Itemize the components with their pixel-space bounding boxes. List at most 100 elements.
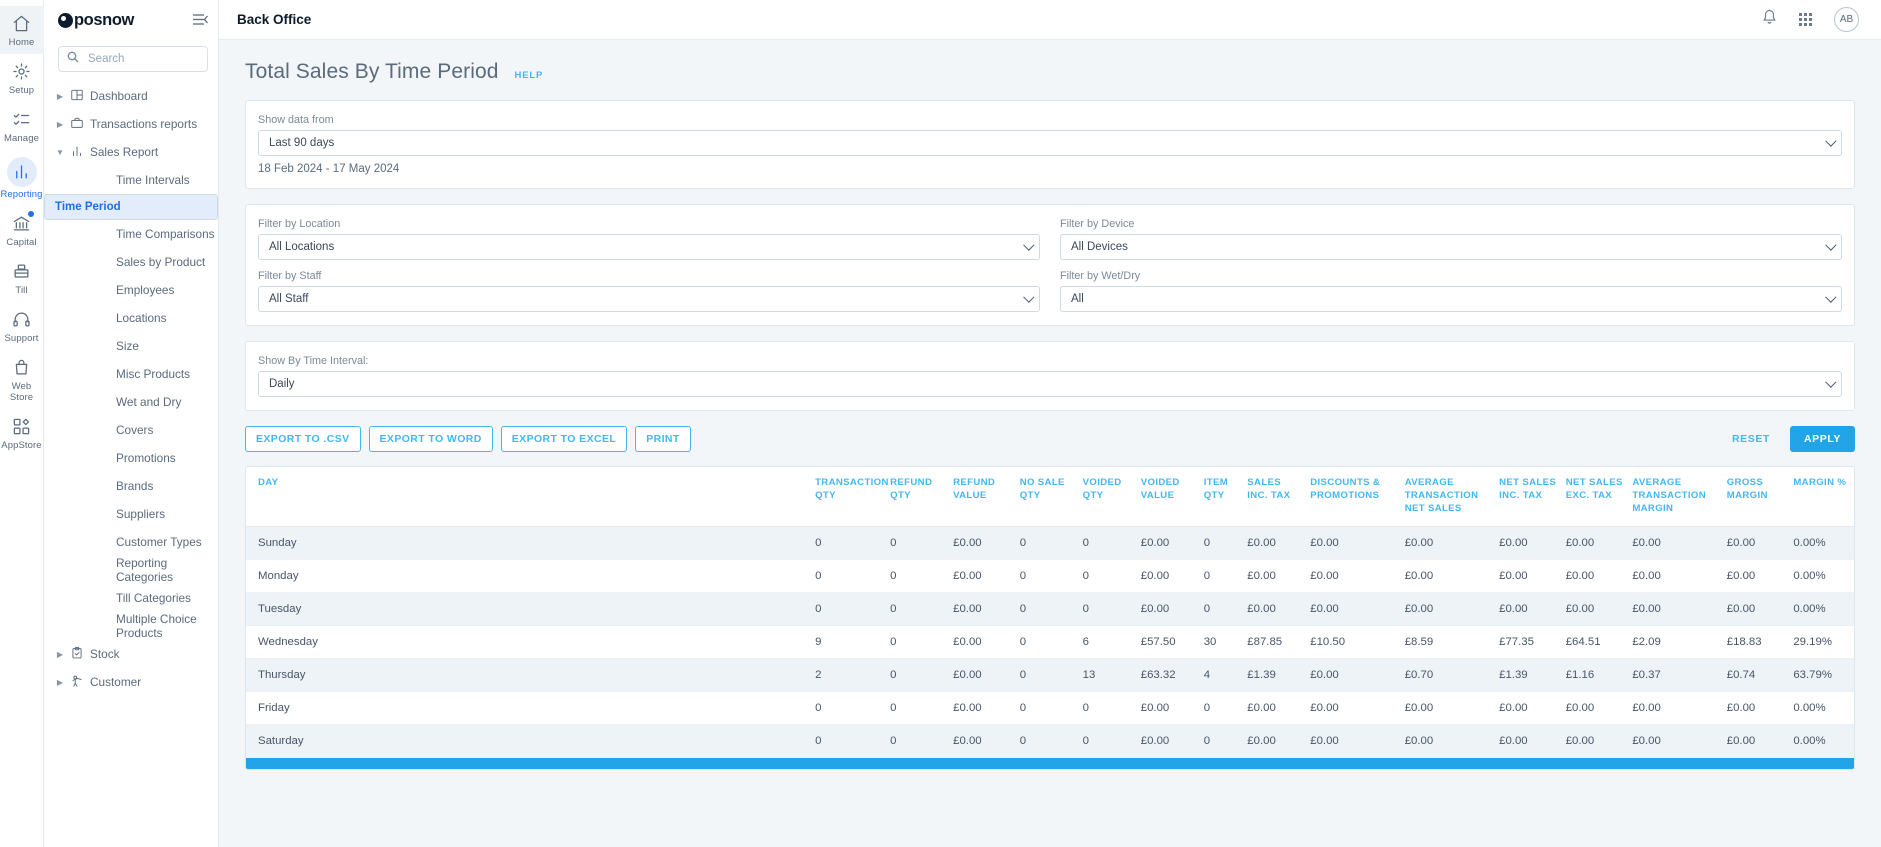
sidebar-item-wet-and-dry[interactable]: Wet and Dry xyxy=(44,388,218,416)
export-excel-button[interactable]: EXPORT TO EXCEL xyxy=(501,426,627,452)
table-row[interactable]: Tuesday00£0.0000£0.000£0.00£0.00£0.00£0.… xyxy=(246,592,1854,625)
column-header[interactable]: NO SALE QTY xyxy=(1020,467,1083,526)
collapse-sidebar-button[interactable] xyxy=(193,13,208,28)
sidebar-item-label: Reporting Categories xyxy=(116,556,218,584)
sidebar-item-time-period[interactable]: Time Period xyxy=(44,194,218,220)
caret-right-icon[interactable]: ▶ xyxy=(54,650,66,659)
sidebar-item-multiple-choice-products[interactable]: Multiple Choice Products xyxy=(44,612,218,640)
horizontal-scrollbar[interactable] xyxy=(246,758,1854,769)
cell-value: £0.00 xyxy=(1727,526,1794,559)
rail-item-appstore[interactable]: AppStore xyxy=(0,409,44,457)
sidebar-item-promotions[interactable]: Promotions xyxy=(44,444,218,472)
rail-item-till[interactable]: Till xyxy=(0,254,44,302)
column-header[interactable]: AVERAGE TRANSACTION NET SALES xyxy=(1405,467,1499,526)
caret-right-icon[interactable]: ▶ xyxy=(54,120,66,129)
table-row[interactable]: Saturday00£0.0000£0.000£0.00£0.00£0.00£0… xyxy=(246,724,1854,757)
column-header[interactable]: DISCOUNTS & PROMOTIONS xyxy=(1310,467,1404,526)
interval-select[interactable]: Daily xyxy=(258,371,1842,397)
sidebar-item-reporting-categories[interactable]: Reporting Categories xyxy=(44,556,218,584)
cell-value: £0.70 xyxy=(1405,658,1499,691)
search-box[interactable] xyxy=(58,46,208,72)
cell-day: Sunday xyxy=(246,526,815,559)
sidebar-item-time-intervals[interactable]: Time Intervals xyxy=(44,166,218,194)
column-header[interactable]: SALES INC. TAX xyxy=(1247,467,1310,526)
caret-right-icon[interactable]: ▶ xyxy=(54,92,66,101)
column-header[interactable]: MARGIN % xyxy=(1793,467,1854,526)
table-row[interactable]: Wednesday90£0.0006£57.5030£87.85£10.50£8… xyxy=(246,625,1854,658)
sales-chart-icon xyxy=(66,144,88,161)
sidebar-item-suppliers[interactable]: Suppliers xyxy=(44,500,218,528)
sidebar-group-transactions-reports[interactable]: ▶Transactions reports xyxy=(44,110,218,138)
table-row[interactable]: Friday00£0.0000£0.000£0.00£0.00£0.00£0.0… xyxy=(246,691,1854,724)
cell-value: £0.00 xyxy=(953,526,1020,559)
rail-item-capital[interactable]: Capital xyxy=(0,206,44,254)
cell-value: £0.00 xyxy=(1566,691,1633,724)
column-header[interactable]: AVERAGE TRANSACTION MARGIN xyxy=(1632,467,1726,526)
filter-wetdry-select[interactable]: All xyxy=(1060,286,1842,312)
main-area: Back Office AB Total Sales By Time Perio… xyxy=(219,0,1881,847)
column-header[interactable]: NET SALES INC. TAX xyxy=(1499,467,1566,526)
cell-value: £2.09 xyxy=(1632,625,1726,658)
sidebar-group-stock[interactable]: ▶Stock xyxy=(44,640,218,668)
export-word-button[interactable]: EXPORT TO WORD xyxy=(369,426,493,452)
cell-value: 9 xyxy=(815,625,890,658)
column-header[interactable]: NET SALES EXC. TAX xyxy=(1566,467,1633,526)
cell-value: £87.85 xyxy=(1247,625,1310,658)
cell-value: £0.00 xyxy=(1499,559,1566,592)
rail-item-manage[interactable]: Manage xyxy=(0,102,44,150)
sidebar-item-misc-products[interactable]: Misc Products xyxy=(44,360,218,388)
cell-value: £0.00 xyxy=(1310,658,1404,691)
sidebar-header: posnow xyxy=(44,0,218,40)
show-data-from-select[interactable]: Last 90 days xyxy=(258,130,1842,156)
search-input[interactable] xyxy=(86,52,199,66)
caret-down-icon[interactable]: ▼ xyxy=(54,148,66,157)
chevron-down-icon xyxy=(1023,240,1034,251)
column-header[interactable]: GROSS MARGIN xyxy=(1727,467,1794,526)
print-button[interactable]: PRINT xyxy=(635,426,691,452)
column-header[interactable]: VOIDED QTY xyxy=(1083,467,1141,526)
rail-item-setup[interactable]: Setup xyxy=(0,54,44,102)
sidebar-group-customer[interactable]: ▶Customer xyxy=(44,668,218,696)
filter-staff-select[interactable]: All Staff xyxy=(258,286,1040,312)
cell-value: £0.00 xyxy=(1566,559,1633,592)
rail-item-web-store[interactable]: Web Store xyxy=(0,350,44,409)
cell-value: £8.59 xyxy=(1405,625,1499,658)
filter-location-select[interactable]: All Locations xyxy=(258,234,1040,260)
apply-button[interactable]: APPLY xyxy=(1790,426,1855,452)
caret-right-icon[interactable]: ▶ xyxy=(54,678,66,687)
sidebar-item-covers[interactable]: Covers xyxy=(44,416,218,444)
table-row[interactable]: Monday00£0.0000£0.000£0.00£0.00£0.00£0.0… xyxy=(246,559,1854,592)
column-header[interactable]: DAY xyxy=(246,467,815,526)
rail-item-support[interactable]: Support xyxy=(0,302,44,350)
sidebar-item-label: Till Categories xyxy=(116,591,191,605)
column-header[interactable]: ITEM QTY xyxy=(1204,467,1248,526)
table-row[interactable]: Sunday00£0.0000£0.000£0.00£0.00£0.00£0.0… xyxy=(246,526,1854,559)
column-header[interactable]: REFUND QTY xyxy=(890,467,953,526)
filter-device-select[interactable]: All Devices xyxy=(1060,234,1842,260)
table-row[interactable]: Thursday20£0.00013£63.324£1.39£0.00£0.70… xyxy=(246,658,1854,691)
column-header[interactable]: TRANSACTION QTY xyxy=(815,467,890,526)
sidebar-item-sales-by-product[interactable]: Sales by Product xyxy=(44,248,218,276)
rail-item-reporting[interactable]: Reporting xyxy=(0,150,44,206)
column-header[interactable]: REFUND VALUE xyxy=(953,467,1020,526)
sidebar-item-brands[interactable]: Brands xyxy=(44,472,218,500)
sidebar-item-locations[interactable]: Locations xyxy=(44,304,218,332)
help-link[interactable]: HELP xyxy=(515,70,544,81)
app-grid-icon[interactable] xyxy=(1799,13,1812,26)
avatar[interactable]: AB xyxy=(1834,7,1859,32)
sidebar-group-dashboard[interactable]: ▶Dashboard xyxy=(44,82,218,110)
sidebar-item-customer-types[interactable]: Customer Types xyxy=(44,528,218,556)
reset-button[interactable]: RESET xyxy=(1726,432,1776,446)
column-header[interactable]: VOIDED VALUE xyxy=(1141,467,1204,526)
sidebar-item-employees[interactable]: Employees xyxy=(44,276,218,304)
cell-value: £0.74 xyxy=(1727,658,1794,691)
cell-value: 0 xyxy=(890,625,953,658)
sidebar-item-time-comparisons[interactable]: Time Comparisons xyxy=(44,220,218,248)
rail-item-home[interactable]: Home xyxy=(0,6,44,54)
sidebar-item-till-categories[interactable]: Till Categories xyxy=(44,584,218,612)
cell-day: Monday xyxy=(246,559,815,592)
sidebar-group-sales-report[interactable]: ▼Sales Report xyxy=(44,138,218,166)
export-csv-button[interactable]: EXPORT TO .CSV xyxy=(245,426,361,452)
sidebar-item-size[interactable]: Size xyxy=(44,332,218,360)
bell-icon[interactable] xyxy=(1762,9,1777,30)
